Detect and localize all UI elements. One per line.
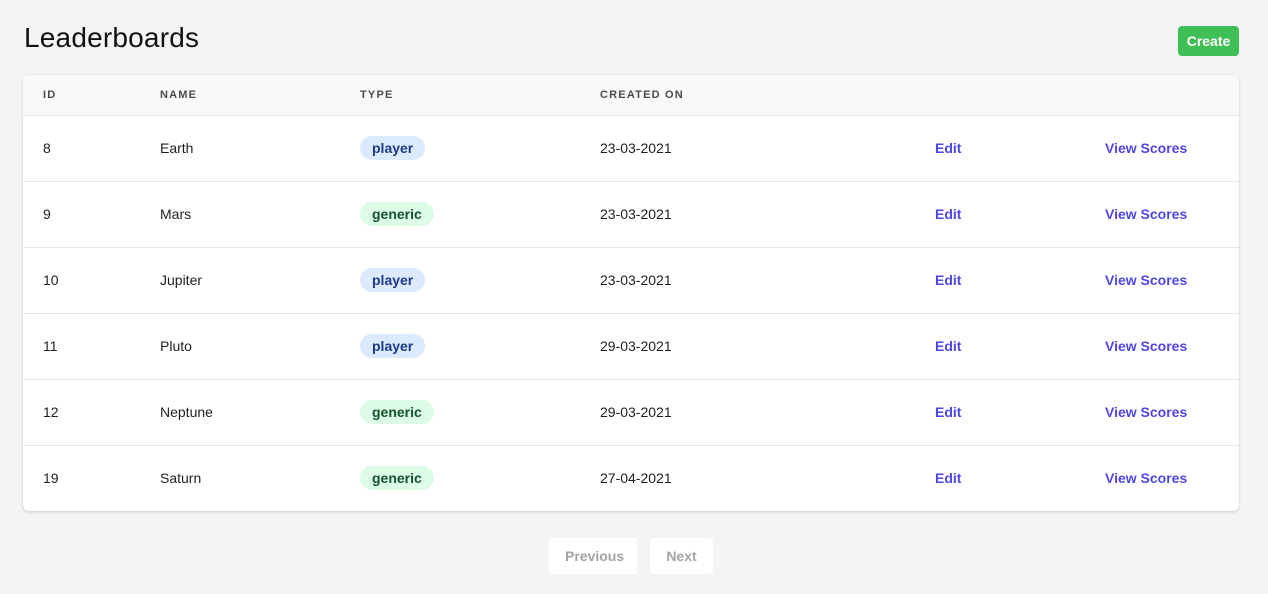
edit-link[interactable]: Edit [935, 140, 961, 156]
view-scores-link[interactable]: View Scores [1105, 206, 1187, 222]
previous-page-button[interactable]: Previous [549, 538, 637, 574]
type-badge: generic [360, 400, 434, 424]
row-created-on: 27-04-2021 [600, 444, 935, 511]
table-body: 8 Earth player 23-03-2021 Edit View Scor… [23, 115, 1239, 511]
row-view-cell: View Scores [1105, 378, 1239, 445]
edit-link[interactable]: Edit [935, 206, 961, 222]
table-row: 12 Neptune generic 29-03-2021 Edit View … [23, 378, 1239, 445]
column-header-type: TYPE [360, 75, 600, 116]
next-page-button[interactable]: Next [650, 538, 713, 574]
table-row: 19 Saturn generic 27-04-2021 Edit View S… [23, 444, 1239, 511]
row-id: 19 [23, 444, 160, 511]
edit-link[interactable]: Edit [935, 404, 961, 420]
table-row: 11 Pluto player 29-03-2021 Edit View Sco… [23, 312, 1239, 379]
row-type-cell: generic [360, 180, 600, 247]
edit-link[interactable]: Edit [935, 338, 961, 354]
table-header: ID NAME TYPE CREATED ON [23, 75, 1239, 116]
row-created-on: 23-03-2021 [600, 246, 935, 313]
row-view-cell: View Scores [1105, 246, 1239, 313]
column-header-edit [935, 75, 1105, 116]
row-edit-cell: Edit [935, 246, 1105, 313]
type-badge: player [360, 136, 426, 160]
pagination: Previous Next [549, 538, 713, 574]
leaderboards-table: ID NAME TYPE CREATED ON 8 Earth player 2… [23, 75, 1239, 511]
row-name: Mars [160, 180, 360, 247]
leaderboards-page: Leaderboards Create ID NAME TYPE CREATED… [0, 0, 1268, 594]
create-button[interactable]: Create [1178, 26, 1239, 56]
edit-link[interactable]: Edit [935, 470, 961, 486]
table-row: 9 Mars generic 23-03-2021 Edit View Scor… [23, 180, 1239, 247]
row-type-cell: generic [360, 444, 600, 511]
row-id: 10 [23, 246, 160, 313]
row-name: Pluto [160, 312, 360, 379]
row-type-cell: player [360, 115, 600, 181]
type-badge: player [360, 334, 426, 358]
row-view-cell: View Scores [1105, 312, 1239, 379]
row-id: 8 [43, 140, 51, 156]
column-header-created-on: CREATED ON [600, 75, 935, 116]
row-id: 9 [23, 180, 160, 247]
row-id: 11 [23, 312, 160, 379]
row-edit-cell: Edit [935, 115, 1105, 181]
leaderboards-table-card: ID NAME TYPE CREATED ON 8 Earth player 2… [23, 75, 1239, 511]
view-scores-link[interactable]: View Scores [1105, 272, 1187, 288]
type-badge: player [360, 268, 426, 292]
table-row: 8 Earth player 23-03-2021 Edit View Scor… [23, 115, 1239, 181]
row-view-cell: View Scores [1105, 115, 1239, 181]
row-name: Neptune [160, 378, 360, 445]
row-created-on: 29-03-2021 [600, 312, 935, 379]
row-name: Saturn [160, 444, 360, 511]
row-name: Earth [160, 140, 194, 156]
row-view-cell: View Scores [1105, 180, 1239, 247]
view-scores-link[interactable]: View Scores [1105, 140, 1187, 156]
view-scores-link[interactable]: View Scores [1105, 338, 1187, 354]
row-type-cell: player [360, 312, 600, 379]
column-header-id: ID [23, 75, 160, 116]
page-title: Leaderboards [24, 22, 200, 53]
row-type-cell: generic [360, 378, 600, 445]
column-header-view [1105, 75, 1239, 116]
row-id: 12 [23, 378, 160, 445]
row-created-on: 29-03-2021 [600, 378, 935, 445]
row-type-cell: player [360, 246, 600, 313]
type-badge: generic [360, 466, 434, 491]
row-edit-cell: Edit [935, 378, 1105, 445]
table-row: 10 Jupiter player 23-03-2021 Edit View S… [23, 246, 1239, 313]
row-edit-cell: Edit [935, 180, 1105, 247]
row-view-cell: View Scores [1105, 444, 1239, 511]
row-created-on: 23-03-2021 [600, 140, 672, 156]
row-edit-cell: Edit [935, 444, 1105, 511]
view-scores-link[interactable]: View Scores [1105, 404, 1187, 420]
view-scores-link[interactable]: View Scores [1105, 470, 1187, 486]
row-created-on: 23-03-2021 [600, 180, 935, 247]
column-header-name: NAME [160, 75, 360, 116]
row-name: Jupiter [160, 246, 360, 313]
row-edit-cell: Edit [935, 312, 1105, 379]
edit-link[interactable]: Edit [935, 272, 961, 288]
type-badge: generic [360, 202, 434, 226]
